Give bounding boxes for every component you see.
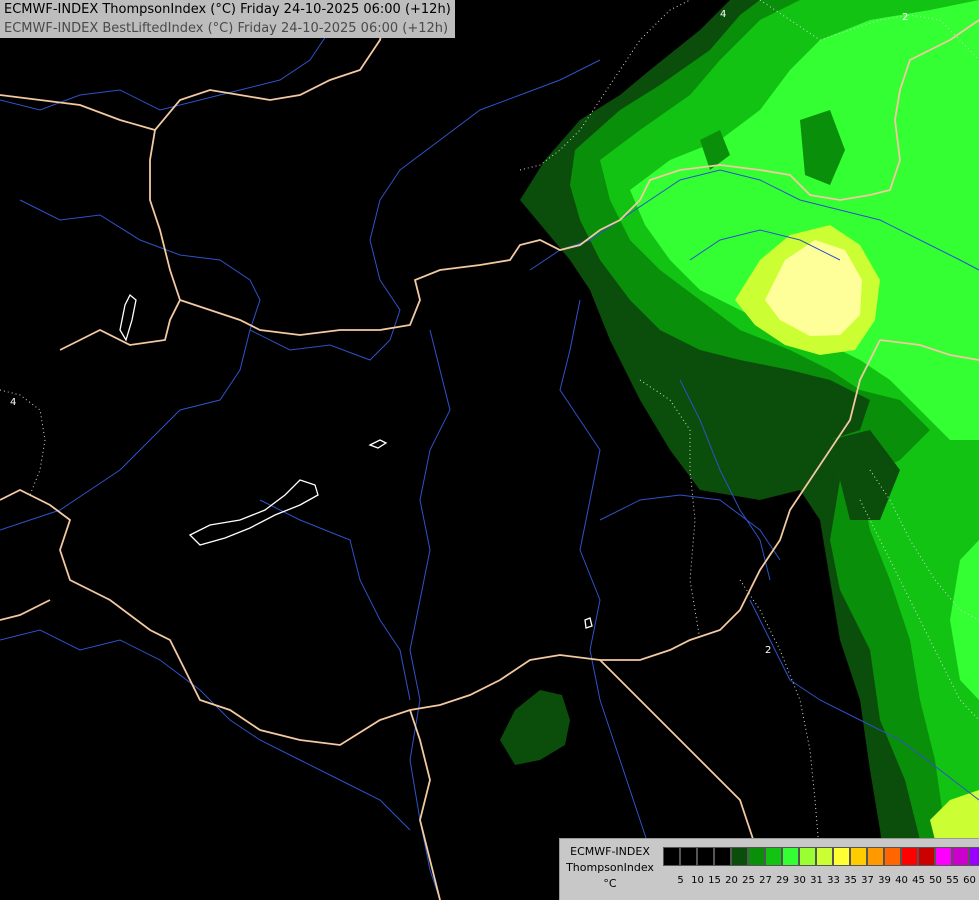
legend-tick-label: 20: [725, 875, 738, 886]
map-canvas: 4 2 4 2: [0, 0, 979, 900]
legend-swatch: [799, 847, 816, 866]
legend-swatch: [748, 847, 765, 866]
legend-swatch: [697, 847, 714, 866]
legend-swatch: [901, 847, 918, 866]
contour-label: 2: [765, 645, 771, 656]
legend-tick-label: 5: [677, 875, 684, 886]
legend-swatch: [663, 847, 680, 866]
legend-tick-label: 55: [946, 875, 959, 886]
legend-swatch: [952, 847, 969, 866]
legend-swatch: [969, 847, 979, 866]
weather-map: 4 2 4 2 ECMWF-INDEX ThompsonIndex (°C) F…: [0, 0, 979, 900]
legend-tick-label: 40: [895, 875, 908, 886]
legend-tick-label: 15: [708, 875, 721, 886]
legend-tick-label: 27: [759, 875, 772, 886]
legend-swatch: [765, 847, 782, 866]
lakes-layer: [119, 293, 593, 629]
lake-small-centre: [368, 439, 388, 449]
legend-tick-label: 25: [742, 875, 755, 886]
legend-tick-label: 39: [878, 875, 891, 886]
legend-swatch: [833, 847, 850, 866]
legend-subtitle: ThompsonIndex: [566, 861, 654, 874]
contour-label: 4: [720, 9, 726, 20]
legend-tick-label: 60: [963, 875, 976, 886]
title-thompson-index: ECMWF-INDEX ThompsonIndex (°C) Friday 24…: [4, 2, 451, 17]
contour-label: 4: [10, 397, 16, 408]
legend-swatch: [782, 847, 799, 866]
index-fill-layer: [500, 0, 979, 900]
lake-small-south: [584, 617, 593, 629]
legend-swatch: [850, 847, 867, 866]
legend-swatch: [714, 847, 731, 866]
map-title-box: ECMWF-INDEX ThompsonIndex (°C) Friday 24…: [0, 0, 455, 38]
legend-title: ECMWF-INDEX: [570, 845, 650, 858]
legend-tick-label: 37: [861, 875, 874, 886]
lake-small-north: [119, 293, 137, 342]
legend-tick-label: 29: [776, 875, 789, 886]
legend-swatch: [731, 847, 748, 866]
legend-tick-label: 45: [912, 875, 925, 886]
legend-tick-label: 10: [691, 875, 704, 886]
fill-south-patch: [500, 690, 570, 765]
legend-tick-label: 50: [929, 875, 942, 886]
lake-balaton: [188, 479, 319, 546]
legend-tick-label: 30: [793, 875, 806, 886]
legend-swatch: [918, 847, 935, 866]
legend-swatch: [680, 847, 697, 866]
legend-unit: °C: [603, 877, 617, 890]
legend-swatch: [816, 847, 833, 866]
legend-swatch: [884, 847, 901, 866]
title-best-lifted-index: ECMWF-INDEX BestLiftedIndex (°C) Friday …: [4, 21, 449, 36]
legend-swatch: [867, 847, 884, 866]
contour-label: 2: [902, 12, 908, 23]
legend-tick-label: 31: [810, 875, 823, 886]
legend-tick-label: 35: [844, 875, 857, 886]
legend-swatch: [935, 847, 952, 866]
color-legend: ECMWF-INDEX ThompsonIndex °C 5 10 15 20 25 27…: [559, 838, 979, 900]
legend-tick-label: 33: [827, 875, 840, 886]
